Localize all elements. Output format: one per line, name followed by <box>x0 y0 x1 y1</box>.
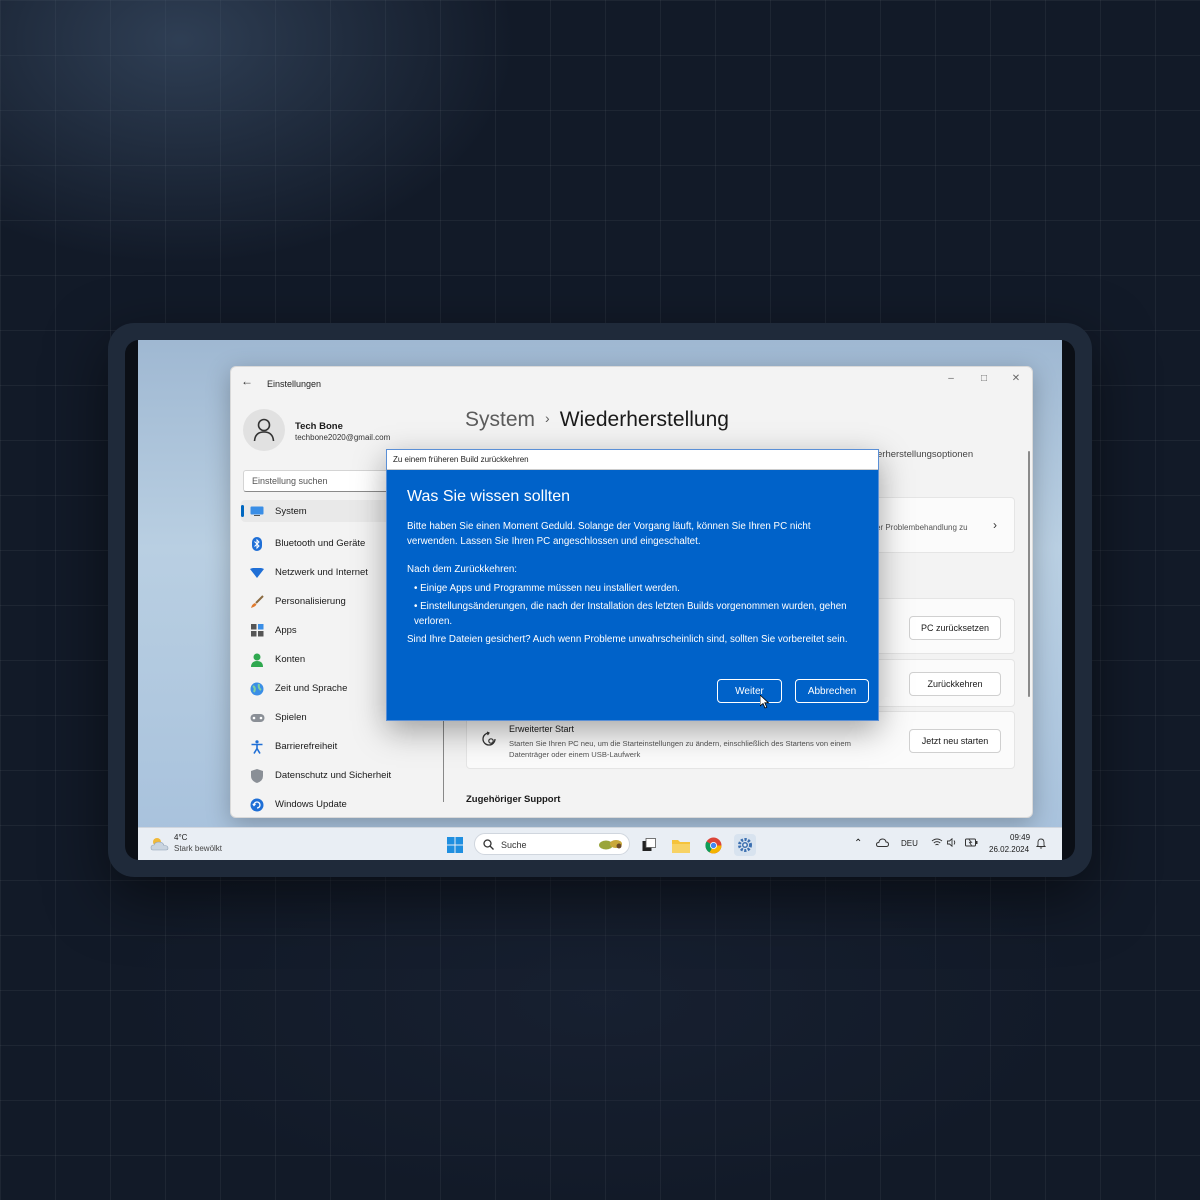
cancel-button[interactable]: Abbrechen <box>795 679 869 703</box>
shield-icon <box>249 768 265 784</box>
language-indicator[interactable]: DEU <box>901 839 918 848</box>
dialog-paragraph: Nach dem Zurückkehren: <box>407 564 517 575</box>
close-icon[interactable]: ✕ <box>1008 372 1024 386</box>
device-frame: ← Einstellungen – □ ✕ Tech Bone techbone… <box>108 323 1092 877</box>
sidebar-item-label: Barrierefreiheit <box>275 741 338 752</box>
sidebar-item-label: Zeit und Sprache <box>275 683 348 694</box>
related-support-heading: Zugehöriger Support <box>466 794 561 805</box>
restart-now-button[interactable]: Jetzt neu starten <box>909 729 1001 753</box>
notification-bell-icon[interactable] <box>1035 838 1047 851</box>
settings-window: ← Einstellungen – □ ✕ Tech Bone techbone… <box>230 366 1033 818</box>
clock-date[interactable]: 26.02.2024 <box>989 845 1029 854</box>
user-icon <box>253 418 275 442</box>
volume-icon[interactable] <box>947 837 958 849</box>
apps-icon <box>249 623 265 639</box>
screen-bezel: ← Einstellungen – □ ✕ Tech Bone techbone… <box>125 340 1075 860</box>
windows-start-icon[interactable] <box>444 834 466 856</box>
wifi-status-icon[interactable] <box>931 838 943 849</box>
weather-temperature[interactable]: 4°C <box>174 833 187 842</box>
gamepad-icon <box>249 710 265 726</box>
task-view-icon[interactable] <box>638 834 660 856</box>
sidebar-item-label: System <box>275 505 307 517</box>
restart-gear-icon <box>481 731 497 747</box>
dialog-title-bar: Zu einem früheren Build zurückkehren <box>387 450 878 470</box>
advanced-start-title: Erweiterter Start <box>509 724 575 734</box>
sidebar-item-label: Bluetooth und Geräte <box>275 538 366 549</box>
dialog-bullet: • Einstellungsänderungen, die nach der I… <box>414 601 847 627</box>
title-bar: ← Einstellungen – □ ✕ <box>231 367 1032 395</box>
sidebar-item-label: Windows Update <box>275 799 347 810</box>
weather-description[interactable]: Stark bewölkt <box>174 844 222 853</box>
window-title: Einstellungen <box>267 379 322 389</box>
user-name: Tech Bone <box>295 421 343 432</box>
sidebar-item-label: Personalisierung <box>275 596 346 607</box>
monitor-icon <box>249 503 265 519</box>
breadcrumb-parent[interactable]: System <box>465 408 535 431</box>
go-back-button[interactable]: Zurückkehren <box>909 672 1001 696</box>
revert-build-dialog: Zu einem früheren Build zurückkehren Was… <box>386 449 879 721</box>
sidebar-item-label: Datenschutz und Sicherheit <box>275 770 392 781</box>
chevron-right-icon: › <box>545 410 550 426</box>
chevron-up-icon[interactable]: ⌃ <box>854 838 862 849</box>
clock-time[interactable]: 09:49 <box>1010 833 1030 842</box>
sidebar-item-label: Konten <box>275 654 306 665</box>
sidebar-item-windows-update[interactable]: Windows Update <box>241 790 441 817</box>
taskbar-search-label: Suche <box>501 840 527 850</box>
sidebar-item-accessibility[interactable]: Barrierefreiheit <box>241 732 441 761</box>
sidebar-item-label: Spielen <box>275 712 307 723</box>
wifi-icon <box>249 565 265 581</box>
page-title: Wiederherstellung <box>559 408 729 431</box>
chrome-icon[interactable] <box>702 834 724 856</box>
globe-icon <box>249 681 265 697</box>
brush-icon <box>249 594 265 610</box>
maximize-icon[interactable]: □ <box>976 372 992 386</box>
settings-gear-icon[interactable] <box>734 834 756 856</box>
desktop: ← Einstellungen – □ ✕ Tech Bone techbone… <box>138 340 1062 860</box>
next-button[interactable]: Weiter <box>717 679 782 703</box>
taskbar: 4°C Stark bewölkt Suche ⌃ DEU 09:49 26.0… <box>138 827 1062 860</box>
search-icon <box>483 839 494 850</box>
taskbar-search-input[interactable]: Suche <box>474 833 630 855</box>
troubleshoot-text: er Problembehandlung zu <box>876 523 968 532</box>
dialog-bullet: • Einige Apps und Programme müssen neu i… <box>414 583 680 594</box>
back-arrow-icon[interactable]: ← <box>241 375 255 387</box>
avatar <box>243 409 285 451</box>
chevron-right-icon: › <box>993 518 997 532</box>
update-icon <box>249 797 265 813</box>
file-explorer-icon[interactable] <box>670 834 692 856</box>
search-highlight-icon <box>599 840 622 850</box>
breadcrumb: System › Wiederherstellung <box>465 408 729 432</box>
bluetooth-icon <box>249 536 265 552</box>
user-email: techbone2020@gmail.com <box>295 433 391 442</box>
dialog-paragraph: Bitte haben Sie einen Moment Geduld. Sol… <box>407 521 811 547</box>
accessibility-icon <box>249 739 265 755</box>
battery-icon[interactable] <box>965 838 978 849</box>
minimize-icon[interactable]: – <box>943 372 959 386</box>
sidebar-divider <box>443 717 444 802</box>
dialog-paragraph: Sind Ihre Dateien gesichert? Auch wenn P… <box>407 634 848 645</box>
onedrive-cloud-icon[interactable] <box>875 838 890 849</box>
recovery-options-text: erherstellungsoptionen <box>877 449 974 460</box>
sidebar-item-label: Netzwerk und Internet <box>275 567 368 578</box>
dialog-title: Zu einem früheren Build zurückkehren <box>393 455 529 464</box>
dialog-heading: Was Sie wissen sollten <box>407 488 571 505</box>
reset-pc-button[interactable]: PC zurücksetzen <box>909 616 1001 640</box>
account-icon <box>249 652 265 668</box>
cloudy-weather-icon <box>150 838 169 851</box>
advanced-start-description: Starten Sie Ihren PC neu, um die Startei… <box>509 739 851 759</box>
mouse-cursor-icon <box>760 695 770 709</box>
scrollbar[interactable] <box>1028 451 1030 697</box>
sidebar-item-privacy-security[interactable]: Datenschutz und Sicherheit <box>241 761 441 790</box>
sidebar-item-label: Apps <box>275 625 297 636</box>
